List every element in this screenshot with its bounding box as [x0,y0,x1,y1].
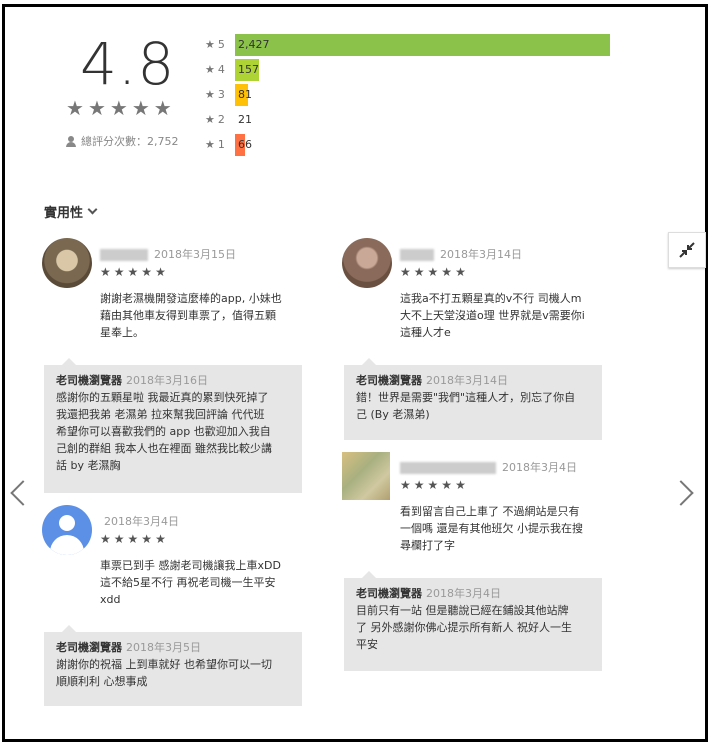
reply-date: 2018年3月5日 [126,641,201,654]
star-icon: ★ [87,96,106,120]
reply-author: 老司機瀏覽器 [56,374,122,387]
histogram-bar: 66 [235,133,252,156]
star-icon: ★ [109,96,128,120]
developer-reply: 老司機瀏覽器 2018年3月4日 目前只有一站 但是聽說已經在鋪設其他站牌了 另外… [344,571,602,671]
collapse-icon [679,242,695,258]
histogram-bar: 81 [235,83,252,106]
total-ratings-label: 總評分次數：2,752 [81,135,179,148]
developer-reply: 老司機瀏覽器 2018年3月16日 感謝你的五顆星啦 我最近真的累到快死掉了 我還把… [44,358,302,493]
star-icon: ★ [205,138,215,151]
star-icon: ★ [205,63,215,76]
star-icon: ★ [205,113,215,126]
review-text: 謝謝老濕機開發這麼棒的app, 小妹也 藉由其他車友得到車票了，值得五顆 星奉上。 [100,292,282,339]
total-ratings: 總評分次數：2,752 [66,133,179,149]
avatar [42,505,92,555]
average-rating: 4.8 [80,30,176,98]
review-author-date: 2018年3月15日 [100,246,236,262]
review-author-date: 2018年3月14日 [400,246,522,262]
review-text: 看到留言自己上車了 不過網站是只有 一個嗎 還是有其他班欠 小提示我在搜 尋欄打了字 [400,505,583,552]
reply-author: 老司機瀏覽器 [356,587,422,600]
star-icon: ★ [205,88,215,101]
collapse-button[interactable] [668,232,706,268]
review-stars: ★ ★ ★ ★ ★ [100,265,166,279]
developer-reply: 老司機瀏覽器 2018年3月14日 錯！世界是需要"我們"這種人才，別忘了你自己 … [344,358,602,440]
person-icon [66,135,76,147]
sort-label: 實用性 [44,206,84,221]
avatar [342,238,392,288]
reply-date: 2018年3月4日 [426,587,501,600]
histogram-bar: 157 [235,58,259,81]
histogram-row: ★ 1 66 [205,132,610,157]
review-text: 車票已到手 感謝老司機讓我上車xDD 這不給5星不行 再祝老司機一生平安 xdd [100,559,281,606]
histogram-star-label: ★ 1 [205,138,225,151]
histogram-row: ★ 3 81 [205,82,610,107]
star-icon: ★ [205,38,215,51]
histogram-row: ★ 2 21 [205,107,610,132]
sort-dropdown[interactable]: 實用性 [44,202,98,221]
reply-text: 錯！世界是需要"我們"這種人才，別忘了你自己 (By 老濕弟) [356,391,576,421]
histogram-star-label: ★ 5 [205,38,225,51]
histogram-star-label: ★ 4 [205,63,225,76]
histogram-bar: 2,427 [235,33,610,56]
star-icon: ★ [153,96,172,120]
average-stars: ★ ★ ★ ★ ★ [66,98,172,118]
histogram-star-label: ★ 3 [205,88,225,101]
reply-text: 目前只有一站 但是聽說已經在鋪設其他站牌了 另外感謝你佛心提示所有新人 祝好人一… [356,604,572,651]
rating-histogram: ★ 5 2,427 ★ 4 157 ★ 3 81 ★ 2 21 ★ 1 66 [205,32,610,157]
histogram-count: 81 [238,87,252,101]
review-stars: ★ ★ ★ ★ ★ [400,265,466,279]
reply-text: 謝謝你的祝福 上到車就好 也希望你可以一切 順順利利 心想事成 [56,658,272,688]
reply-author: 老司機瀏覽器 [56,641,122,654]
histogram-row: ★ 5 2,427 [205,32,610,57]
histogram-count: 21 [238,112,252,126]
review-author-date: 2018年3月4日 [400,459,577,475]
review-stars: ★ ★ ★ ★ ★ [400,478,466,492]
reply-text: 感謝你的五顆星啦 我最近真的累到快死掉了 我還把我弟 老濕弟 拉來幫我回評論 代代… [56,391,272,472]
reply-date: 2018年3月16日 [126,374,208,387]
histogram-star-label: ★ 2 [205,113,225,126]
reply-date: 2018年3月14日 [426,374,508,387]
histogram-count: 66 [238,137,252,151]
star-icon: ★ [66,96,84,120]
histogram-row: ★ 4 157 [205,57,610,82]
histogram-count: 2,427 [238,37,270,51]
chevron-down-icon [87,204,98,215]
avatar [42,238,92,288]
reply-author: 老司機瀏覽器 [356,374,422,387]
star-icon: ★ [131,96,150,120]
review-text: 這我a不打五顆星真的v不行 司機人m 大不上天堂沒道o理 世界就是v需要你i 這種人… [400,292,585,339]
avatar [342,452,390,500]
histogram-count: 157 [238,62,259,76]
review-stars: ★ ★ ★ ★ ★ [100,532,166,546]
developer-reply: 老司機瀏覽器 2018年3月5日 謝謝你的祝福 上到車就好 也希望你可以一切 順順利… [44,625,302,706]
review-date: 2018年3月4日 [104,515,179,528]
